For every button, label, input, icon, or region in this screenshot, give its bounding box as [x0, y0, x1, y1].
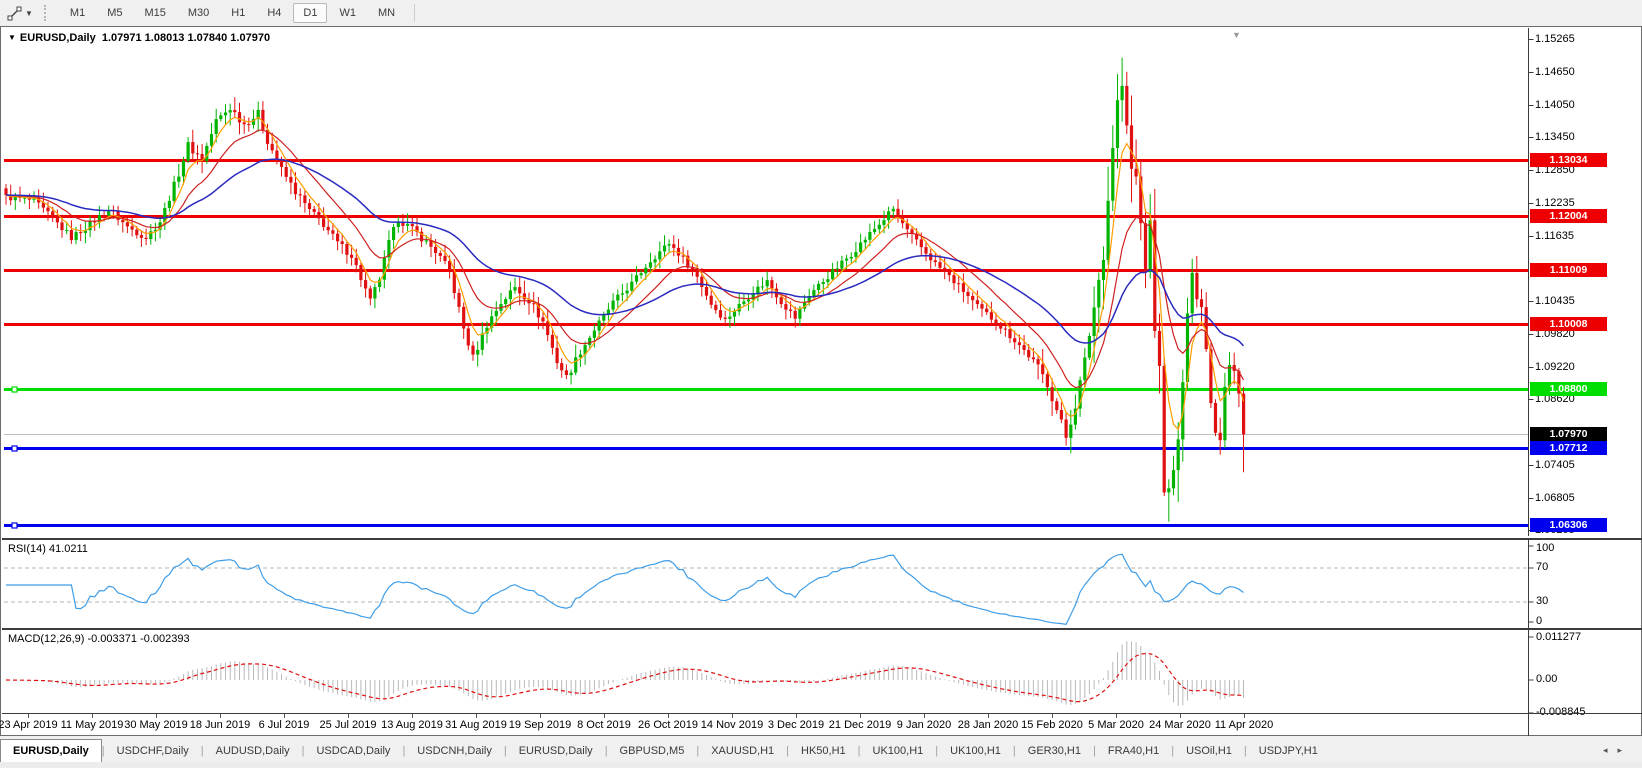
timeframe-button-m5[interactable]: M5 — [97, 3, 132, 23]
symbol-tab-bar: EURUSD,Daily|USDCHF,Daily|AUDUSD,Daily|U… — [0, 737, 1642, 763]
macd-axis-label: 0.011277 — [1536, 631, 1581, 643]
macd-chart-canvas — [2, 630, 1642, 715]
toolbar-separator — [414, 4, 415, 22]
macd-indicator-panel[interactable]: MACD(12,26,9) -0.003371 -0.002393 0.0112… — [2, 628, 1642, 715]
date-axis-label: 23 Apr 2019 — [0, 719, 58, 731]
symbol-tab-usdcnh-daily[interactable]: USDCNH,Daily — [405, 741, 504, 762]
date-axis-label: 18 Jun 2019 — [190, 719, 251, 731]
rsi-axis-label: 30 — [1536, 595, 1548, 607]
tab-scroll-right-icon[interactable]: ▸ — [1617, 745, 1632, 755]
price-axis-label: 1.11635 — [1535, 230, 1574, 242]
price-tag: 1.11009 — [1530, 263, 1607, 277]
timeframe-button-m30[interactable]: M30 — [178, 3, 219, 23]
date-axis-label: 11 Apr 2020 — [1215, 719, 1274, 731]
trading-platform-window: { "toolbar": { "tool_icon": "trendline-c… — [0, 0, 1642, 768]
timeframe-button-w1[interactable]: W1 — [329, 3, 366, 23]
rsi-axis-label: 0 — [1536, 615, 1542, 627]
chart-window: ▼ EURUSD,Daily 1.07971 1.08013 1.07840 1.… — [0, 26, 1642, 736]
price-axis-label: 1.12235 — [1535, 197, 1575, 209]
date-axis-label: 13 Aug 2019 — [381, 719, 443, 731]
tab-scroll-arrows[interactable]: ◂▸ — [1603, 745, 1632, 762]
date-axis-label: 26 Oct 2019 — [638, 719, 698, 731]
rsi-label: RSI(14) 41.0211 — [8, 543, 88, 555]
price-tag: 1.08800 — [1530, 382, 1607, 396]
trendline-tool-button[interactable]: ▼ — [4, 4, 36, 23]
price-tag: 1.06306 — [1530, 518, 1607, 532]
date-axis-label: 3 Dec 2019 — [768, 719, 824, 731]
timeframe-button-m15[interactable]: M15 — [134, 3, 175, 23]
trendline-cursor-icon — [7, 6, 22, 21]
toolbar-grip-handle[interactable] — [44, 5, 49, 21]
price-axis-label: 1.10435 — [1535, 295, 1575, 307]
main-price-panel[interactable] — [2, 28, 1642, 536]
date-axis-label: 19 Sep 2019 — [509, 719, 571, 731]
rsi-axis-label: 70 — [1536, 561, 1548, 573]
date-axis-label: 5 Mar 2020 — [1088, 719, 1144, 731]
symbol-tab-ger30-h1[interactable]: GER30,H1 — [1016, 741, 1093, 762]
price-tag: 1.12004 — [1530, 209, 1607, 223]
date-axis-label: 9 Jan 2020 — [897, 719, 951, 731]
chart-ohlc-values: 1.07971 1.08013 1.07840 1.07970 — [102, 32, 270, 44]
window-bottom-edge — [0, 762, 1642, 768]
date-axis-label: 31 Aug 2019 — [445, 719, 507, 731]
date-axis-label: 6 Jul 2019 — [259, 719, 310, 731]
timeframe-button-mn[interactable]: MN — [368, 3, 405, 23]
tab-scroll-left-icon[interactable]: ◂ — [1603, 745, 1618, 755]
symbol-tab-eurusd-daily[interactable]: EURUSD,Daily — [0, 739, 102, 762]
rsi-axis-label: 100 — [1536, 542, 1554, 554]
date-axis-label: 25 Jul 2019 — [320, 719, 377, 731]
symbol-tab-audusd-daily[interactable]: AUDUSD,Daily — [204, 741, 302, 762]
symbol-tab-usdjpy-h1[interactable]: USDJPY,H1 — [1247, 741, 1330, 762]
timeframe-button-h1[interactable]: H1 — [221, 3, 255, 23]
timeframe-toolbar: ▼ M1M5M15M30H1H4D1W1MN — [0, 0, 1642, 27]
symbol-tab-usdchf-daily[interactable]: USDCHF,Daily — [105, 741, 201, 762]
date-axis-label: 14 Nov 2019 — [701, 719, 763, 731]
symbol-tab-eurusd-daily[interactable]: EURUSD,Daily — [507, 741, 605, 762]
date-axis-label: 28 Jan 2020 — [958, 719, 1019, 731]
macd-label: MACD(12,26,9) -0.003371 -0.002393 — [8, 633, 190, 645]
symbol-tab-uk100-h1[interactable]: UK100,H1 — [861, 741, 936, 762]
price-axis-label: 1.06805 — [1535, 492, 1575, 504]
symbol-tab-xauusd-h1[interactable]: XAUUSD,H1 — [699, 741, 786, 762]
chart-title: ▼ EURUSD,Daily 1.07971 1.08013 1.07840 1.… — [8, 32, 270, 44]
macd-axis-label: 0.00 — [1536, 673, 1557, 685]
date-axis-label: 24 Mar 2020 — [1149, 719, 1211, 731]
symbol-tab-usdcad-daily[interactable]: USDCAD,Daily — [304, 741, 402, 762]
rsi-indicator-panel[interactable]: RSI(14) 41.0211 100 70 30 0 — [2, 538, 1642, 628]
price-tag: 1.07970 — [1530, 427, 1607, 441]
chart-symbol-label: EURUSD,Daily — [20, 32, 96, 44]
date-axis-label: 15 Feb 2020 — [1021, 719, 1083, 731]
date-axis-label: 21 Dec 2019 — [829, 719, 891, 731]
price-tag: 1.07712 — [1530, 441, 1607, 455]
timeframe-button-h4[interactable]: H4 — [257, 3, 291, 23]
symbol-tab-fra40-h1[interactable]: FRA40,H1 — [1096, 741, 1171, 762]
price-axis-label: 1.13450 — [1535, 131, 1575, 143]
price-axis-label: 1.14650 — [1535, 66, 1575, 78]
rsi-chart-canvas — [2, 540, 1642, 628]
symbol-tab-hk50-h1[interactable]: HK50,H1 — [789, 741, 858, 762]
price-axis-label: 1.14050 — [1535, 99, 1575, 111]
symbol-tab-gbpusd-m5[interactable]: GBPUSD,M5 — [608, 741, 697, 762]
symbol-tab-uk100-h1[interactable]: UK100,H1 — [938, 741, 1013, 762]
collapse-triangle-icon[interactable]: ▼ — [8, 33, 16, 42]
symbol-tab-usoil-h1[interactable]: USOil,H1 — [1174, 741, 1244, 762]
timeframe-button-m1[interactable]: M1 — [60, 3, 95, 23]
date-axis-label: 8 Oct 2019 — [577, 719, 631, 731]
date-axis[interactable]: 23 Apr 201911 May 201930 May 201918 Jun … — [2, 713, 1642, 736]
date-axis-label: 30 May 2019 — [124, 719, 188, 731]
price-axis-label: 1.15265 — [1535, 33, 1575, 45]
date-axis-label: 11 May 2019 — [61, 719, 124, 731]
chart-shift-marker-icon[interactable]: ▼ — [1232, 30, 1241, 40]
candlestick-chart-canvas[interactable] — [2, 28, 1642, 536]
price-axis-label: 1.07405 — [1535, 459, 1575, 471]
timeframe-button-d1[interactable]: D1 — [293, 3, 327, 23]
price-tag: 1.13034 — [1530, 153, 1607, 167]
price-tag: 1.10008 — [1530, 317, 1607, 331]
price-axis-label: 1.09220 — [1535, 361, 1575, 373]
chevron-down-icon[interactable]: ▼ — [25, 9, 33, 18]
